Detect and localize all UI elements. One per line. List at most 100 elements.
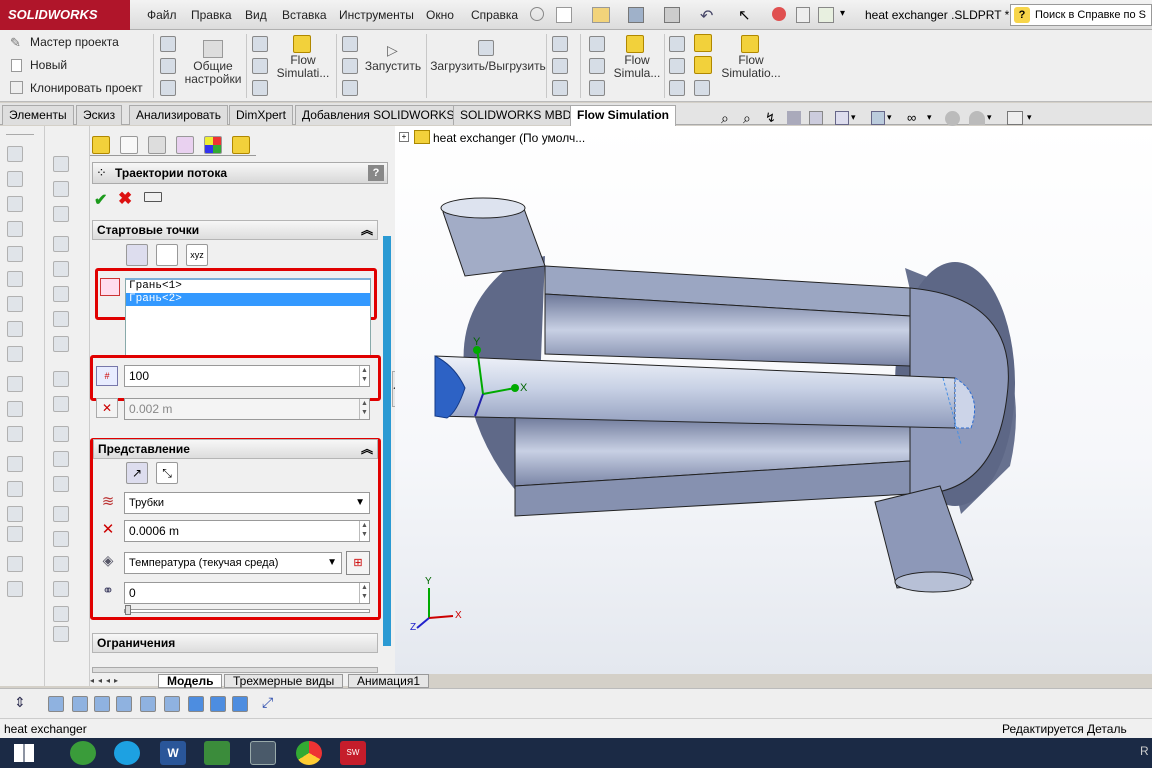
section-start-points[interactable]: Стартовые точки ︽: [92, 220, 378, 240]
solidworks-taskbar-icon[interactable]: SW: [340, 741, 366, 765]
rebuild-icon[interactable]: [772, 7, 786, 21]
collapse-chevron-icon[interactable]: ︽: [361, 221, 373, 239]
heat-exchanger-model[interactable]: [395, 126, 1152, 674]
flow-simulation-button-1[interactable]: Flow Simulati...: [272, 54, 334, 80]
menu-insert[interactable]: Вставка: [282, 0, 327, 30]
tool-icon-v2[interactable]: [7, 171, 23, 187]
menu-edit[interactable]: Правка: [191, 0, 232, 30]
tool-icon-v18[interactable]: [7, 581, 23, 597]
tool-icon-w6[interactable]: [53, 286, 69, 302]
project-wizard-button[interactable]: Мастер проекта: [6, 32, 119, 52]
tab-3d-views[interactable]: Трехмерные виды: [224, 674, 344, 688]
dropdown-caret-icon-4[interactable]: ▾: [987, 112, 992, 123]
tool-icon-w9[interactable]: [53, 371, 69, 387]
run-button[interactable]: Запустить: [362, 60, 424, 73]
tool-icon-v6[interactable]: [7, 271, 23, 287]
ok-check-icon[interactable]: ✔: [94, 190, 107, 210]
tool-icon-v12[interactable]: [7, 426, 23, 442]
tab-animation[interactable]: Анимация1: [348, 674, 430, 688]
tool-icon-w17[interactable]: [53, 581, 69, 597]
tool-icon-w16[interactable]: [53, 556, 69, 572]
tool-icon-w11[interactable]: [53, 426, 69, 442]
display-manager-tab-icon[interactable]: [204, 136, 222, 154]
menu-tools[interactable]: Инструменты: [339, 0, 414, 30]
view-right-icon[interactable]: [116, 696, 132, 712]
word-icon[interactable]: W: [160, 741, 186, 765]
tool-icon-b[interactable]: [160, 58, 176, 74]
direction-forward-icon[interactable]: ↗: [126, 462, 148, 484]
tab-flow-simulation[interactable]: Flow Simulation: [570, 105, 676, 126]
view-front-icon[interactable]: [48, 696, 64, 712]
transparency-slider[interactable]: [124, 609, 370, 613]
tool-icon-c[interactable]: [160, 80, 176, 96]
solitaire-icon[interactable]: [204, 741, 230, 765]
chrome-icon[interactable]: [296, 741, 322, 765]
flow-tree-tab-icon[interactable]: [92, 136, 110, 154]
dynamic-annotation-icon[interactable]: [809, 111, 823, 125]
tool-icon-w14[interactable]: [53, 506, 69, 522]
tool-icon-w2[interactable]: [53, 181, 69, 197]
slider-thumb[interactable]: [125, 605, 131, 615]
general-settings-button[interactable]: Общие настройки: [182, 60, 244, 86]
monitor-icon[interactable]: [250, 741, 276, 765]
open-icon[interactable]: [592, 7, 610, 23]
tool-icon-j[interactable]: [552, 36, 568, 52]
print-icon[interactable]: [664, 7, 680, 23]
tool-icon-v17[interactable]: [7, 556, 23, 572]
solidworks-logo[interactable]: SOLIDWORKS: [0, 0, 130, 30]
zoom-area-icon[interactable]: ⌕: [743, 110, 751, 127]
tool-icon-d[interactable]: [252, 36, 268, 52]
view-trimetric-icon[interactable]: [210, 696, 226, 712]
tool-icon-o[interactable]: [589, 80, 605, 96]
options-dropdown-icon[interactable]: ▾: [840, 8, 845, 19]
tool-icon-s[interactable]: [694, 80, 710, 96]
view-dimetric-icon[interactable]: [232, 696, 248, 712]
tool-icon-p[interactable]: [669, 36, 685, 52]
view-top-icon[interactable]: [140, 696, 156, 712]
tab-features[interactable]: Элементы: [2, 105, 74, 125]
tab-mbd[interactable]: SOLIDWORKS MBD: [453, 105, 579, 125]
view-left-icon[interactable]: [94, 696, 110, 712]
new-doc-icon[interactable]: [556, 7, 572, 23]
tool-icon-v13[interactable]: [7, 456, 23, 472]
tool-icon-v16[interactable]: [7, 526, 23, 542]
tool-icon-w15[interactable]: [53, 531, 69, 547]
pushpin-icon[interactable]: [144, 192, 162, 202]
point-grid-icon[interactable]: [126, 244, 148, 266]
load-unload-button[interactable]: Загрузить/Выгрузить: [430, 60, 546, 73]
dimxpert-tab-icon[interactable]: [176, 136, 194, 154]
view-settings-icon[interactable]: [1007, 111, 1023, 125]
tool-icon-w7[interactable]: [53, 311, 69, 327]
tool-icon-k[interactable]: [552, 58, 568, 74]
save-icon[interactable]: [628, 7, 644, 23]
tool-icon-r[interactable]: [669, 80, 685, 96]
tool-icon-v8[interactable]: [7, 321, 23, 337]
color-by-select[interactable]: Температура (текучая среда) ▼: [124, 552, 342, 574]
view-bottom-icon[interactable]: [164, 696, 180, 712]
help-icon[interactable]: ?: [368, 165, 384, 181]
tool-icon-l[interactable]: [552, 80, 568, 96]
hide-show-icon[interactable]: ∞: [907, 110, 916, 125]
tab-scroll-arrows-icon[interactable]: ◂◂◂▸: [90, 674, 154, 688]
tool-icon-q[interactable]: [669, 58, 685, 74]
tool-icon-w4[interactable]: [53, 236, 69, 252]
tool-icon-w12[interactable]: [53, 451, 69, 467]
tab-dimxpert[interactable]: DimXpert: [229, 105, 294, 125]
width-field[interactable]: 0.0006 m ▲ ▼: [124, 520, 370, 542]
tool-icon-v15[interactable]: [7, 506, 23, 522]
direction-both-icon[interactable]: ⤡: [156, 462, 178, 484]
section-view-icon[interactable]: [787, 111, 801, 125]
tool-icon-v11[interactable]: [7, 401, 23, 417]
graphics-area[interactable]: + heat exchanger (По умолч... ⌕ ⌕ ↯ ▾ ▾ …: [395, 110, 1152, 674]
point-count-field[interactable]: 100 ▲ ▼: [124, 365, 370, 387]
menu-view[interactable]: Вид: [245, 0, 267, 30]
tool-icon-f[interactable]: [252, 80, 268, 96]
dropdown-caret-icon-5[interactable]: ▾: [1027, 112, 1032, 123]
tab-addins[interactable]: Добавления SOLIDWORKS: [295, 105, 462, 125]
tool-icon-e[interactable]: [252, 58, 268, 74]
tool-icon-w18[interactable]: [53, 606, 69, 622]
tool-icon-w10[interactable]: [53, 396, 69, 412]
normal-to-icon[interactable]: ⤢: [262, 694, 273, 711]
view-back-icon[interactable]: [72, 696, 88, 712]
tool-icon-v1[interactable]: [7, 146, 23, 162]
